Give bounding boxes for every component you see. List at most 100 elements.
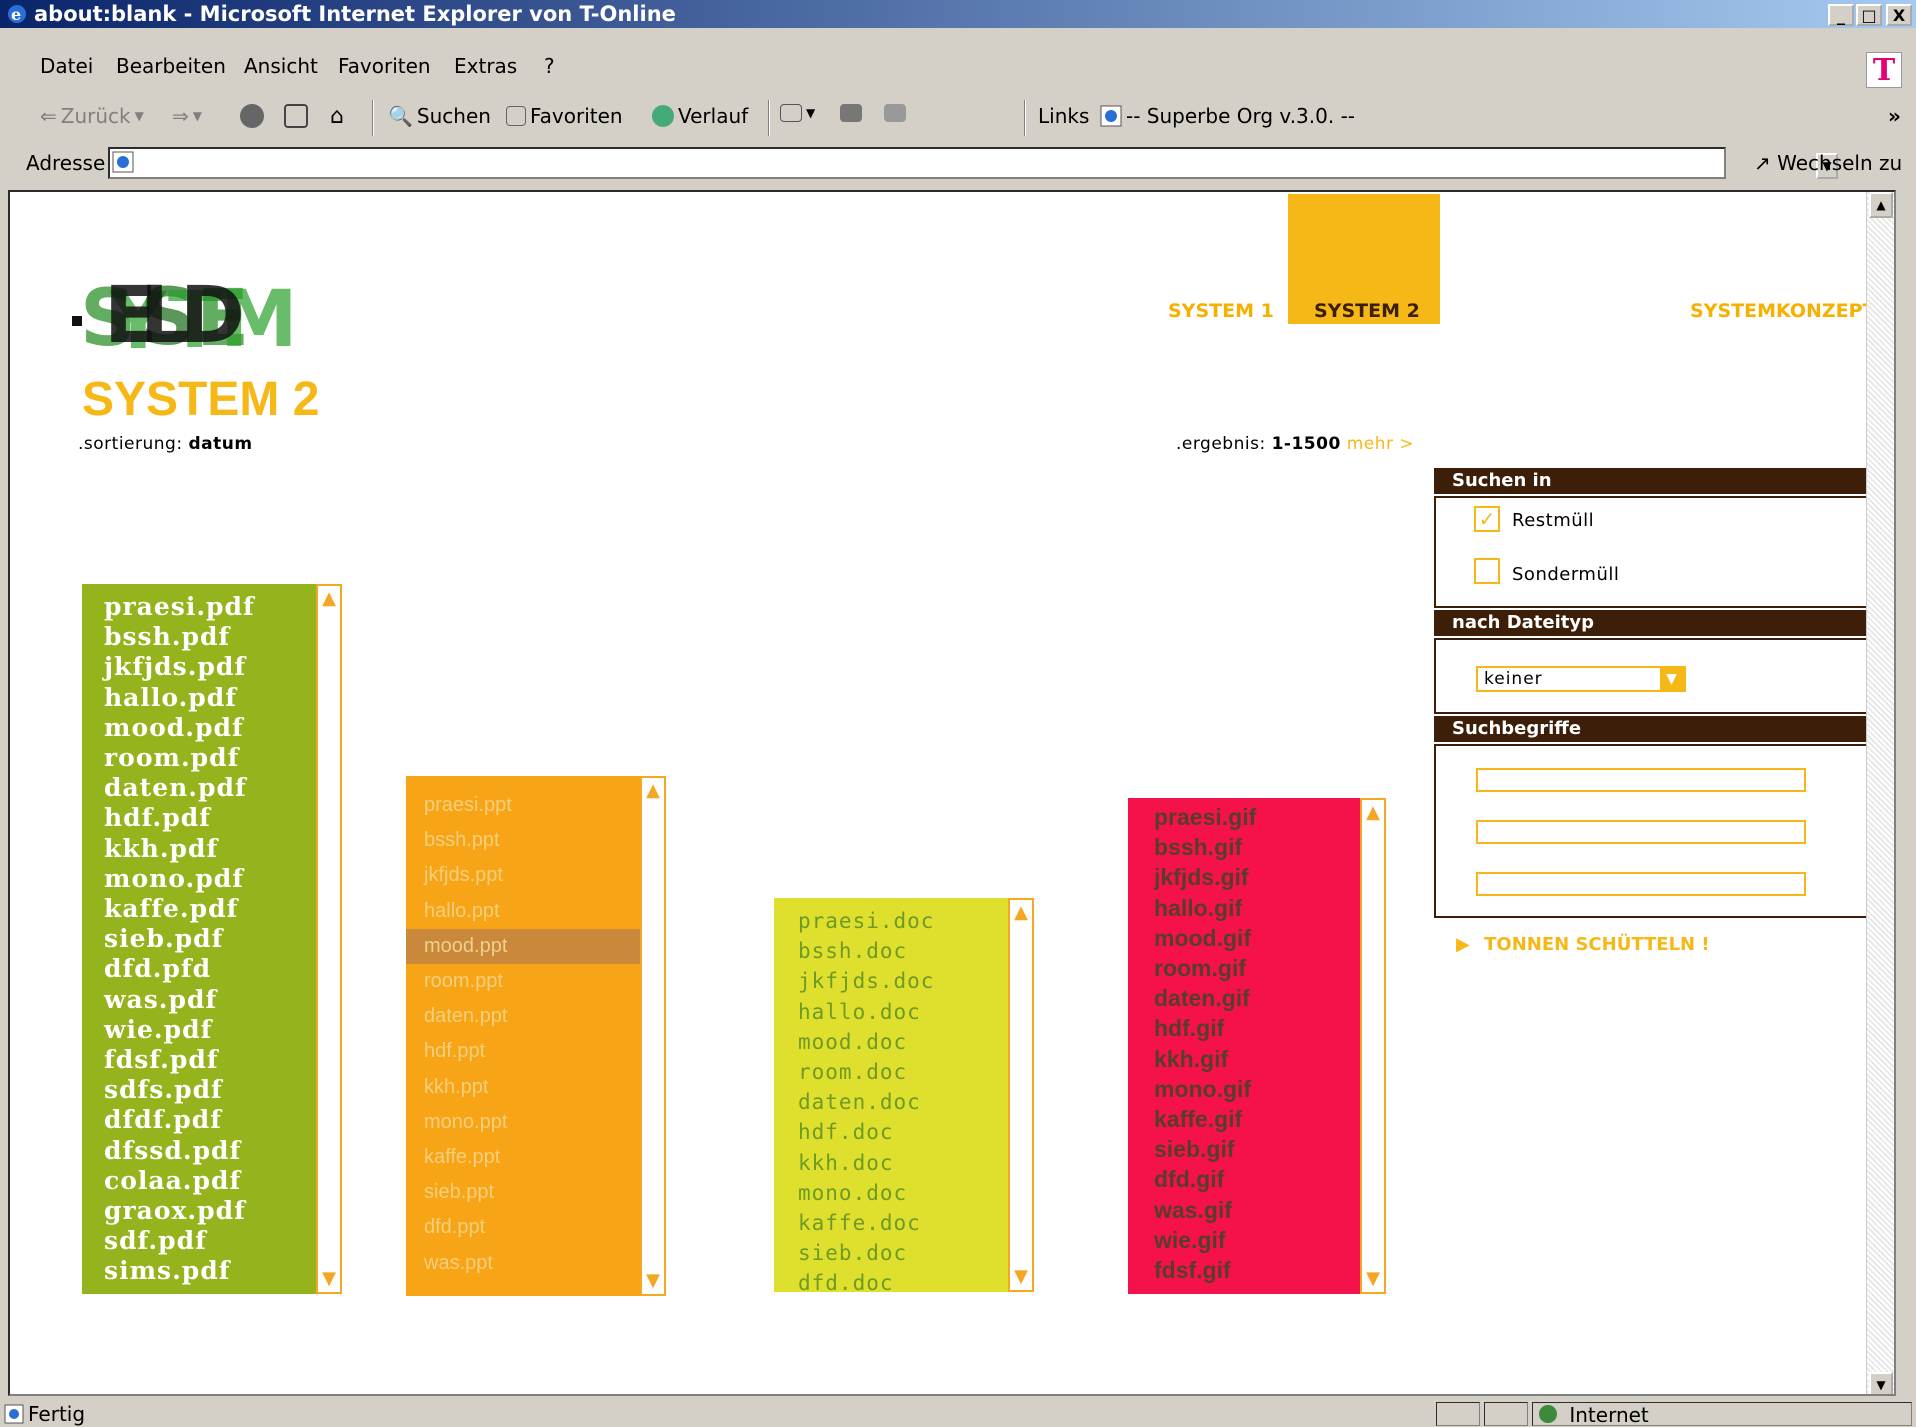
list-item[interactable]: sieb.ppt: [406, 1175, 640, 1210]
sort-value[interactable]: datum: [188, 434, 252, 454]
menu-favoriten[interactable]: Favoriten: [338, 54, 431, 78]
list-item[interactable]: mono.ppt: [406, 1105, 640, 1140]
list-item[interactable]: daten.pdf: [104, 773, 316, 803]
scroll-down-icon[interactable]: ▼: [1363, 1268, 1383, 1290]
list-item[interactable]: sieb.gif: [1154, 1134, 1360, 1164]
list-item[interactable]: was.pdf: [104, 985, 316, 1015]
nav-system1[interactable]: SYSTEM 1: [1168, 300, 1274, 322]
list-item[interactable]: mood.pdf: [104, 713, 316, 743]
list-item[interactable]: kkh.doc: [798, 1148, 1008, 1178]
mail-button[interactable]: ▼: [780, 104, 815, 122]
list-item[interactable]: jkfjds.gif: [1154, 862, 1360, 892]
list-item[interactable]: kaffe.ppt: [406, 1140, 640, 1175]
list-item[interactable]: dfd.doc: [798, 1268, 1008, 1292]
list-item[interactable]: praesi.ppt: [406, 788, 640, 823]
list-item[interactable]: mono.doc: [798, 1178, 1008, 1208]
list-item[interactable]: colaa.pdf: [104, 1166, 316, 1196]
list-item[interactable]: mono.gif: [1154, 1074, 1360, 1104]
term-input-1[interactable]: [1476, 768, 1806, 792]
scroll-up-icon[interactable]: ▲: [1869, 192, 1893, 218]
list-item[interactable]: sieb.doc: [798, 1238, 1008, 1268]
scroll-up-icon[interactable]: ▲: [643, 780, 663, 802]
list-item[interactable]: praesi.gif: [1154, 802, 1360, 832]
forward-button[interactable]: ⇒ ▼: [172, 104, 202, 128]
term-input-2[interactable]: [1476, 820, 1806, 844]
pdf-list-scrollbar[interactable]: ▲ ▼: [316, 584, 342, 1294]
list-item[interactable]: hallo.doc: [798, 997, 1008, 1027]
list-item[interactable]: was.gif: [1154, 1195, 1360, 1225]
scroll-up-icon[interactable]: ▲: [319, 588, 339, 610]
list-item[interactable]: kaffe.doc: [798, 1208, 1008, 1238]
list-item[interactable]: hallo.ppt: [406, 894, 640, 929]
go-button[interactable]: ↗ Wechseln zu: [1754, 151, 1902, 175]
address-input[interactable]: ▼: [108, 147, 1838, 179]
list-item[interactable]: dfd.ppt: [406, 1210, 640, 1245]
close-button[interactable]: X: [1886, 4, 1912, 26]
nav-system2[interactable]: SYSTEM 2: [1314, 300, 1420, 322]
list-item[interactable]: jkfjds.pdf: [104, 652, 316, 682]
menu-help[interactable]: ?: [544, 54, 555, 78]
list-item[interactable]: dfssd.pdf: [104, 1136, 316, 1166]
list-item[interactable]: room.doc: [798, 1057, 1008, 1087]
nav-systemkonzept[interactable]: SYSTEMKONZEPT: [1690, 300, 1876, 322]
list-item[interactable]: kkh.ppt: [406, 1070, 640, 1105]
list-item[interactable]: daten.doc: [798, 1087, 1008, 1117]
list-item[interactable]: hallo.pdf: [104, 683, 316, 713]
doc-list-scrollbar[interactable]: ▲ ▼: [1008, 898, 1034, 1292]
list-item[interactable]: hallo.gif: [1154, 893, 1360, 923]
scroll-down-icon[interactable]: ▼: [643, 1270, 663, 1292]
list-item[interactable]: praesi.pdf: [104, 592, 316, 622]
list-item[interactable]: jkfjds.ppt: [406, 858, 640, 893]
list-item[interactable]: sdf.pdf: [104, 1226, 316, 1256]
page-scrollbar[interactable]: ▲ ▼: [1866, 192, 1894, 1394]
list-item[interactable]: hdf.ppt: [406, 1034, 640, 1069]
print-button[interactable]: [840, 104, 862, 122]
list-item[interactable]: sims.pdf: [104, 1256, 316, 1286]
list-item[interactable]: mood.ppt: [406, 928, 640, 965]
list-item[interactable]: dfd.gif: [1154, 1164, 1360, 1194]
list-item[interactable]: sieb.pdf: [104, 924, 316, 954]
list-item[interactable]: room.gif: [1154, 953, 1360, 983]
menu-extras[interactable]: Extras: [454, 54, 517, 78]
list-item[interactable]: kaffe.gif: [1154, 1104, 1360, 1134]
list-item[interactable]: hdf.gif: [1154, 1013, 1360, 1043]
more-link[interactable]: mehr >: [1347, 434, 1414, 454]
menu-bearbeiten[interactable]: Bearbeiten: [116, 54, 226, 78]
list-item[interactable]: room.pdf: [104, 743, 316, 773]
list-item[interactable]: fdsf.pdf: [104, 1045, 316, 1075]
favorites-button[interactable]: Favoriten: [506, 104, 623, 128]
stop-button[interactable]: [240, 104, 264, 128]
list-item[interactable]: dfd.pfd: [104, 954, 316, 984]
menu-ansicht[interactable]: Ansicht: [244, 54, 318, 78]
list-item[interactable]: bssh.gif: [1154, 832, 1360, 862]
filetype-select[interactable]: keiner ▼: [1476, 666, 1686, 692]
list-item[interactable]: room.ppt: [406, 964, 640, 999]
list-item[interactable]: kaffe.pdf: [104, 894, 316, 924]
refresh-button[interactable]: [284, 104, 308, 128]
list-item[interactable]: kkh.pdf: [104, 834, 316, 864]
list-item[interactable]: mood.doc: [798, 1027, 1008, 1057]
list-item[interactable]: graox.pdf: [104, 1196, 316, 1226]
list-item[interactable]: dfdf.pdf: [104, 1105, 316, 1135]
list-item[interactable]: bssh.ppt: [406, 823, 640, 858]
links-item[interactable]: -- Superbe Org v.3.0. --: [1100, 104, 1355, 128]
history-button[interactable]: Verlauf: [652, 104, 748, 128]
list-item[interactable]: hdf.doc: [798, 1117, 1008, 1147]
ppt-list-scrollbar[interactable]: ▲ ▼: [640, 776, 666, 1296]
home-button[interactable]: ⌂: [330, 104, 344, 129]
shake-button[interactable]: ▶ TONNEN SCHÜTTELN !: [1456, 934, 1710, 955]
list-item[interactable]: daten.gif: [1154, 983, 1360, 1013]
list-item[interactable]: praesi.doc: [798, 906, 1008, 936]
list-item[interactable]: mono.pdf: [104, 864, 316, 894]
list-item[interactable]: daten.ppt: [406, 999, 640, 1034]
list-item[interactable]: bssh.pdf: [104, 622, 316, 652]
list-item[interactable]: mood.gif: [1154, 923, 1360, 953]
menu-datei[interactable]: Datei: [40, 54, 93, 78]
sondermuell-checkbox[interactable]: [1474, 558, 1500, 584]
list-item[interactable]: kkh.gif: [1154, 1044, 1360, 1074]
toolbar-overflow-button[interactable]: »: [1888, 104, 1901, 128]
restmuell-checkbox[interactable]: ✓: [1474, 506, 1500, 532]
list-item[interactable]: bssh.doc: [798, 936, 1008, 966]
search-button[interactable]: 🔍 Suchen: [388, 104, 491, 128]
scroll-up-icon[interactable]: ▲: [1011, 902, 1031, 924]
